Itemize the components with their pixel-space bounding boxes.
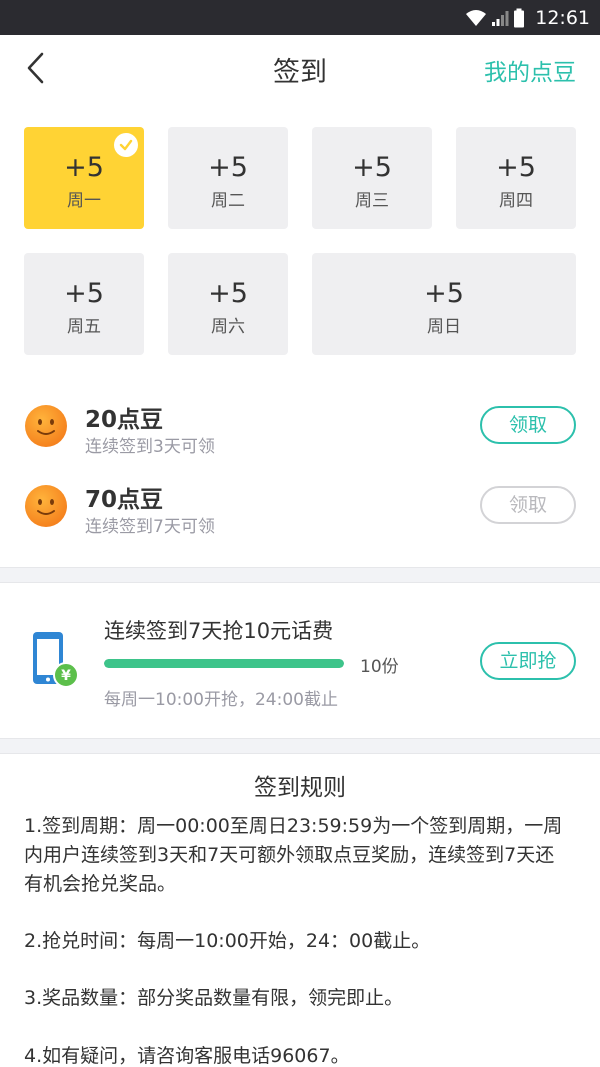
- day-card-mon[interactable]: +5 周一: [24, 127, 144, 229]
- day-points: +5: [64, 152, 104, 183]
- claim-button-disabled[interactable]: 领取: [480, 486, 576, 524]
- svg-text:¥: ¥: [61, 668, 71, 684]
- day-card-sat[interactable]: +5 周六: [168, 253, 288, 355]
- rule-item: 2.抢兑时间：每周一10:00开始，24：00截止。: [24, 930, 431, 952]
- day-label: 周四: [499, 191, 533, 211]
- reward-title: 70点豆: [85, 487, 164, 513]
- battery-icon: [514, 8, 525, 27]
- day-label: 周二: [211, 191, 245, 211]
- rule-item: 4.如有疑问，请咨询客服电话96067。: [24, 1045, 350, 1067]
- day-points: +5: [424, 278, 464, 309]
- section-divider: [0, 567, 600, 583]
- rules-section: 签到规则 1.签到周期：周一00:00至周日23:59:59为一个签到周期，一周…: [0, 754, 600, 1067]
- rules-title: 签到规则: [254, 775, 346, 801]
- promo-card: ¥ 连续签到7天抢10元话费 10份 每周一10:00开抢，24:00截止 立即…: [0, 583, 600, 738]
- day-card-wed[interactable]: +5 周三: [312, 127, 432, 229]
- smiley-icon: [25, 405, 67, 447]
- day-points: +5: [64, 278, 104, 309]
- smiley-icon: [25, 485, 67, 527]
- back-button[interactable]: [18, 49, 54, 87]
- status-time: 12:61: [535, 6, 590, 29]
- day-points: +5: [496, 152, 536, 183]
- wifi-icon: [466, 9, 487, 26]
- promo-subtitle: 每周一10:00开抢，24:00截止: [104, 690, 338, 710]
- day-label: 周六: [211, 317, 245, 337]
- day-label: 周一: [67, 191, 101, 211]
- day-label: 周三: [355, 191, 389, 211]
- progress-fill: [104, 659, 344, 668]
- reward-row-3day: 20点豆 连续签到3天可领 领取: [0, 392, 600, 462]
- claim-button[interactable]: 领取: [480, 406, 576, 444]
- status-icons: 12:61: [465, 0, 590, 35]
- status-bar: 12:61: [0, 0, 600, 35]
- day-card-thu[interactable]: +5 周四: [456, 127, 576, 229]
- nav-bar: 签到 我的点豆: [0, 35, 600, 101]
- grab-now-button[interactable]: 立即抢: [480, 642, 576, 680]
- progress-count: 10份: [360, 657, 399, 677]
- reward-row-7day: 70点豆 连续签到7天可领 领取: [0, 472, 600, 542]
- reward-desc: 连续签到3天可领: [85, 437, 215, 457]
- rule-item: 3.奖品数量：部分奖品数量有限，领完即止。: [24, 987, 404, 1009]
- phone-yuan-icon: ¥: [33, 632, 79, 688]
- promo-title: 连续签到7天抢10元话费: [104, 619, 334, 643]
- day-card-sun[interactable]: +5 周日: [312, 253, 576, 355]
- section-divider: [0, 738, 600, 754]
- day-points: +5: [208, 278, 248, 309]
- rule-item: 1.签到周期：周一00:00至周日23:59:59为一个签到周期，一周内用户连续…: [24, 815, 563, 895]
- day-points: +5: [352, 152, 392, 183]
- day-card-fri[interactable]: +5 周五: [24, 253, 144, 355]
- day-label: 周日: [427, 317, 461, 337]
- chevron-left-icon: [27, 52, 44, 84]
- day-points: +5: [208, 152, 248, 183]
- reward-desc: 连续签到7天可领: [85, 517, 215, 537]
- signal-icon: [492, 10, 509, 26]
- progress-bar: [104, 659, 344, 668]
- reward-title: 20点豆: [85, 407, 164, 433]
- my-beans-link[interactable]: 我的点豆: [484, 53, 576, 87]
- day-label: 周五: [67, 317, 101, 337]
- day-card-tue[interactable]: +5 周二: [168, 127, 288, 229]
